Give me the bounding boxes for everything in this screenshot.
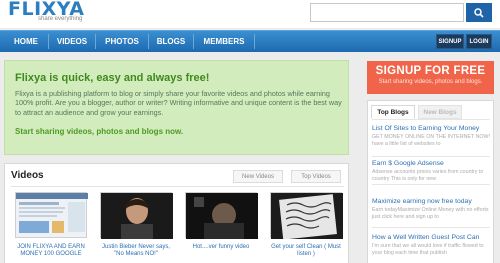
tab-top-blogs[interactable]: Top Blogs xyxy=(371,105,415,119)
divider xyxy=(372,156,490,157)
signup-free-button[interactable]: SIGNUP FOR FREE Start sharing videos, ph… xyxy=(367,61,494,94)
list-item[interactable]: Earn $ Google Adsense Adsense accounts p… xyxy=(372,160,490,182)
main-nav: HOME VIDEOS PHOTOS BLOGS MEMBERS SIGNUP … xyxy=(0,30,500,52)
divider xyxy=(372,227,490,228)
divider xyxy=(372,119,490,120)
top-bar: FLIXYA share everything xyxy=(0,0,500,28)
signup-free-title: SIGNUP FOR FREE xyxy=(375,65,486,77)
video-title[interactable]: Justin Bieber Never says, "No Means NO!" xyxy=(97,244,175,258)
video-thumbnail[interactable] xyxy=(270,192,343,240)
webpage-screenshot-image xyxy=(16,193,88,233)
blog-excerpt: GET MONEY ONLINE ON THE INTERNET NOW! ha… xyxy=(372,134,490,147)
tab-new-blogs[interactable]: New Blogs xyxy=(418,105,462,119)
nav-photos[interactable]: PHOTOS xyxy=(96,31,148,52)
video-title[interactable]: JOIN FLIXYA AND EARN MONEY 100 GOOGLE xyxy=(12,244,90,258)
list-item[interactable]: Maximize earning now free today Earn tod… xyxy=(372,198,490,220)
tab-new-videos[interactable]: New Videos xyxy=(233,170,283,183)
portrait-image xyxy=(101,193,173,239)
login-button[interactable]: LOGIN xyxy=(466,34,492,49)
flixya-logo[interactable]: FLIXYA share everything xyxy=(8,0,98,26)
signup-free-subtitle: Start sharing videos, photos and blogs. xyxy=(378,79,483,85)
tab-top-videos[interactable]: Top Videos xyxy=(291,170,341,183)
video-title[interactable]: Get your self Clean ( Must listen ) xyxy=(267,244,345,258)
divider xyxy=(11,186,344,187)
video-thumbnail[interactable] xyxy=(185,192,258,239)
blog-title[interactable]: List Of Sites to Earning Your Money xyxy=(372,125,490,133)
search-icon xyxy=(474,7,484,18)
nav-blogs[interactable]: BLOGS xyxy=(149,31,193,52)
nav-divider xyxy=(254,34,255,49)
video-thumbnail[interactable] xyxy=(15,192,88,238)
start-sharing-link[interactable]: Start sharing videos, photos and blogs n… xyxy=(15,127,183,136)
nav-videos[interactable]: VIDEOS xyxy=(49,31,95,52)
logo-tagline: share everything xyxy=(38,16,83,22)
handwritten-page-image xyxy=(271,193,343,240)
videos-panel: Videos New Videos Top Videos JOIN FLIXYA… xyxy=(4,163,349,263)
video-frame-image xyxy=(186,193,258,239)
nav-home[interactable]: HOME xyxy=(4,31,48,52)
welcome-title: Flixya is quick, easy and always free! xyxy=(15,72,210,84)
blog-excerpt: Adsense accounts prices varies from coun… xyxy=(372,169,484,182)
search-button[interactable] xyxy=(466,3,492,22)
nav-members[interactable]: MEMBERS xyxy=(194,31,254,52)
video-thumbnail[interactable] xyxy=(100,192,173,239)
blogs-panel: Top Blogs New Blogs List Of Sites to Ear… xyxy=(367,100,494,263)
blog-title[interactable]: Maximize earning now free today xyxy=(372,198,490,206)
welcome-banner: Flixya is quick, easy and always free! F… xyxy=(4,60,349,155)
signup-button[interactable]: SIGNUP xyxy=(436,34,464,49)
list-item[interactable]: List Of Sites to Earning Your Money GET … xyxy=(372,125,490,147)
blog-excerpt: Earn todayMaximize Online Money with no … xyxy=(372,207,489,220)
list-item[interactable]: How a Well Written Guest Post Can I'm su… xyxy=(372,234,490,256)
blog-title[interactable]: How a Well Written Guest Post Can xyxy=(372,234,490,242)
search-input[interactable] xyxy=(310,3,464,22)
welcome-description: Flixya is a publishing platform to blog … xyxy=(15,89,342,117)
video-title[interactable]: Hot....ver funny video xyxy=(182,244,260,251)
blog-excerpt: I'm sure that we all would love if traff… xyxy=(372,243,484,256)
blog-title[interactable]: Earn $ Google Adsense xyxy=(372,160,490,168)
videos-heading: Videos xyxy=(11,170,44,181)
divider xyxy=(372,184,490,185)
